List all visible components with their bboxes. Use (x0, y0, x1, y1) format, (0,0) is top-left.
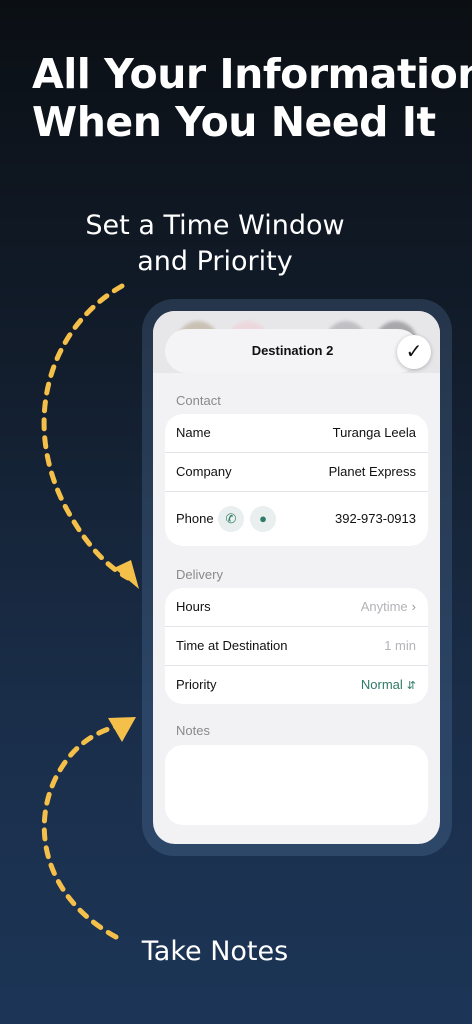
delivery-row-priority[interactable]: Priority Normal ⇵ (165, 666, 428, 704)
dashed-arrow-top (41, 283, 131, 581)
row-label: Hours (176, 599, 211, 614)
row-label: Time at Destination (176, 638, 288, 653)
delivery-row-hours[interactable]: Hours Anytime › (165, 588, 428, 627)
row-value: Normal (360, 677, 403, 692)
row-value: Planet Express (328, 464, 416, 479)
row-label: Priority (176, 677, 217, 692)
row-value: 392-973-0913 (335, 511, 416, 526)
row-value: 1 min (384, 638, 416, 653)
arrowhead-bottom-icon (108, 717, 136, 742)
section-label-delivery: Delivery (176, 567, 223, 582)
section-label-contact: Contact (176, 393, 221, 408)
contact-row-name[interactable]: Name Turanga Leela (165, 414, 428, 453)
section-label-notes: Notes (176, 723, 210, 738)
row-label: Phone (176, 511, 214, 526)
row-value: Anytime (360, 599, 408, 614)
row-value-wrap: Anytime › (361, 588, 416, 626)
dashed-arrow-bottom (41, 723, 121, 940)
sheet-title: Destination 2 (165, 329, 420, 373)
delivery-row-time-at-destination[interactable]: Time at Destination 1 min (165, 627, 428, 666)
notes-input[interactable] (165, 745, 428, 825)
caption-take-notes: Take Notes (141, 936, 289, 967)
done-check-button[interactable]: ✓ (397, 335, 431, 369)
row-value: Turanga Leela (332, 425, 416, 440)
arrowhead-top-icon (114, 560, 139, 589)
checkmark-icon: ✓ (405, 341, 423, 363)
row-label: Name (176, 425, 211, 440)
contact-card: Name Turanga Leela Company Planet Expres… (165, 414, 428, 546)
chevron-right-icon: › (411, 599, 416, 614)
row-label: Company (176, 464, 232, 479)
chevron-up-down-icon: ⇵ (406, 680, 416, 692)
message-icon[interactable]: ● (250, 506, 276, 532)
phone-icon[interactable]: ✆ (218, 506, 244, 532)
priority-picker[interactable]: Normal ⇵ (361, 666, 416, 705)
contact-row-company[interactable]: Company Planet Express (165, 453, 428, 492)
delivery-card: Hours Anytime › Time at Destination 1 min… (165, 588, 428, 704)
destination-sheet: Destination 2 ✓ Contact Name Turanga Lee… (153, 311, 440, 844)
contact-row-phone[interactable]: Phone ✆ ● 392-973-0913 (165, 492, 428, 546)
